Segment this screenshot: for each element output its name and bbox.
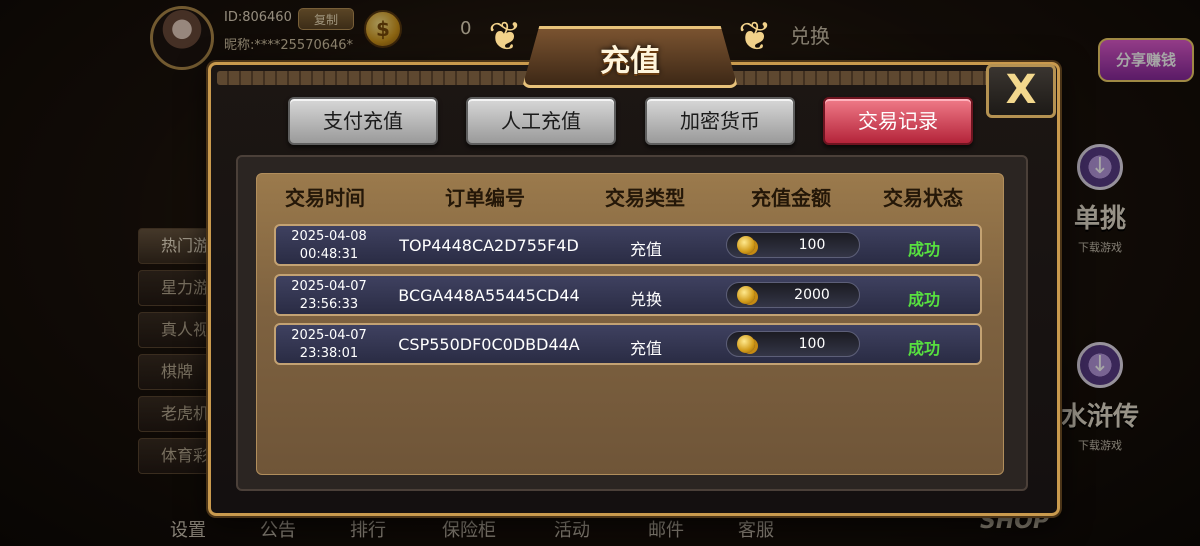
transaction-status: 成功 bbox=[907, 240, 940, 259]
tab-transaction-records[interactable]: 交易记录 bbox=[823, 97, 973, 145]
column-header-time: 交易时间 bbox=[285, 186, 365, 210]
transaction-clock: 23:38:01 bbox=[299, 346, 359, 361]
recharge-amount: 100 bbox=[798, 336, 826, 352]
transaction-date: 2025-04-07 bbox=[291, 328, 367, 343]
recharge-amount: 100 bbox=[798, 237, 826, 253]
amount-pill: 100 bbox=[726, 232, 860, 258]
transaction-time: 2025-04-08 00:48:31 bbox=[276, 228, 382, 264]
table-row: 2025-04-07 23:56:33 BCGA448A55445CD44 兑换… bbox=[274, 274, 982, 316]
column-header-amount: 充值金额 bbox=[751, 186, 831, 210]
transaction-status: 成功 bbox=[907, 290, 940, 309]
dialog-title: 充值 bbox=[600, 44, 660, 79]
table-row: 2025-04-07 23:38:01 CSP550DF0C0DBD44A 充值… bbox=[274, 323, 982, 365]
recharge-tabs: 支付充值 人工充值 加密货币 交易记录 bbox=[288, 97, 988, 147]
amount-pill: 2000 bbox=[726, 282, 860, 308]
tab-crypto[interactable]: 加密货币 bbox=[645, 97, 795, 145]
order-number: TOP4448CA2D755F4D bbox=[399, 236, 579, 255]
coin-stack-icon bbox=[737, 286, 755, 304]
coin-stack-icon bbox=[737, 335, 755, 353]
transaction-date: 2025-04-07 bbox=[291, 279, 367, 294]
tab-payment-recharge[interactable]: 支付充值 bbox=[288, 97, 438, 145]
order-number: BCGA448A55445CD44 bbox=[398, 286, 580, 305]
transaction-type: 充值 bbox=[629, 240, 662, 259]
column-header-status: 交易状态 bbox=[883, 186, 963, 210]
recharge-amount: 2000 bbox=[794, 287, 830, 303]
transaction-status: 成功 bbox=[907, 339, 940, 358]
transaction-time: 2025-04-07 23:38:01 bbox=[276, 327, 382, 363]
amount-pill: 100 bbox=[726, 331, 860, 357]
transaction-clock: 00:48:31 bbox=[299, 247, 359, 262]
table-row: 2025-04-08 00:48:31 TOP4448CA2D755F4D 充值… bbox=[274, 224, 982, 266]
column-header-order: 订单编号 bbox=[445, 186, 525, 210]
transaction-time: 2025-04-07 23:56:33 bbox=[276, 278, 382, 314]
tab-manual-recharge[interactable]: 人工充值 bbox=[466, 97, 616, 145]
column-header-type: 交易类型 bbox=[605, 186, 685, 210]
order-number: CSP550DF0C0DBD44A bbox=[398, 335, 580, 354]
transaction-clock: 23:56:33 bbox=[299, 297, 359, 312]
transaction-type: 兑换 bbox=[629, 290, 662, 309]
transaction-type: 充值 bbox=[629, 339, 662, 358]
transaction-date: 2025-04-08 bbox=[291, 229, 367, 244]
coin-stack-icon bbox=[737, 236, 755, 254]
close-button[interactable]: X bbox=[986, 64, 1056, 118]
